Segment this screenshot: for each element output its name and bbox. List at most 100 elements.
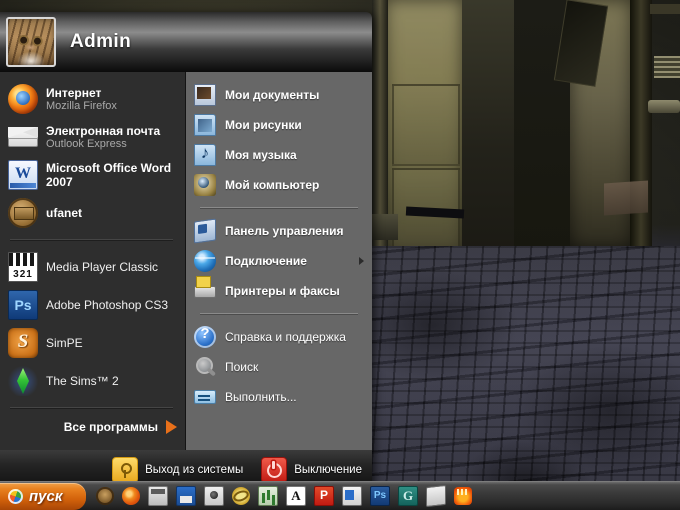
all-programs-label: Все программы — [63, 420, 158, 434]
the-sims-2-icon — [8, 366, 38, 396]
firefox-icon — [8, 84, 38, 114]
menu-item-search[interactable]: Поиск — [186, 352, 372, 382]
menu-item-label: Панель управления — [225, 224, 344, 238]
wallpaper-door-frame — [372, 0, 388, 250]
menu-item-label: Мои документы — [225, 88, 320, 102]
floppy-save-icon[interactable] — [176, 486, 196, 506]
photoshop-icon[interactable] — [370, 486, 390, 506]
start-button-label: пуск — [29, 487, 63, 505]
desktop-screen: Admin Интернет Mozilla Firefox Электронн… — [0, 0, 680, 510]
mail-icon — [8, 122, 38, 152]
simpe-icon — [8, 328, 38, 358]
all-programs-button[interactable]: Все программы — [0, 416, 185, 440]
help-icon — [194, 325, 216, 348]
menu-item-subtitle: Outlook Express — [46, 137, 127, 150]
shutdown-power-icon — [261, 457, 288, 483]
menu-item-printers-and-faxes[interactable]: Принтеры и факсы — [186, 276, 372, 306]
control-panel-icon — [194, 218, 216, 244]
menu-item-email[interactable]: Электронная почта Outlook Express — [0, 118, 185, 156]
start-menu-columns: Интернет Mozilla Firefox Электронная поч… — [0, 72, 372, 450]
menu-item-title: Интернет — [46, 85, 102, 100]
menu-item-my-music[interactable]: Моя музыка — [186, 140, 372, 170]
menu-item-word[interactable]: Microsoft Office Word 2007 — [0, 156, 185, 194]
wallpaper-ledge — [370, 214, 398, 240]
menu-item-label: Мой компьютер — [225, 178, 320, 192]
my-pictures-icon — [194, 114, 216, 136]
shutdown-label: Выключение — [294, 464, 362, 476]
start-menu[interactable]: Admin Интернет Mozilla Firefox Электронн… — [0, 12, 372, 490]
chart-icon[interactable] — [258, 486, 278, 506]
word-icon — [8, 160, 38, 190]
network-globe-icon — [194, 250, 216, 272]
wallpaper-top-beam — [650, 4, 680, 14]
wallpaper-right-pillar — [630, 0, 652, 252]
menu-item-simpe[interactable]: SimPE — [0, 324, 185, 362]
menu-item-media-player-classic[interactable]: Media Player Classic — [0, 248, 185, 286]
menu-item-my-pictures[interactable]: Мои рисунки — [186, 110, 372, 140]
wallpaper-door-upper-panel — [392, 84, 460, 166]
menu-item-label: Моя музыка — [225, 148, 297, 162]
menu-item-run[interactable]: Выполнить... — [186, 382, 372, 412]
ufanet-icon[interactable] — [96, 487, 114, 505]
menu-item-label: Выполнить... — [225, 390, 297, 404]
menu-item-my-documents[interactable]: Мои документы — [186, 80, 372, 110]
photoshop-icon — [8, 290, 38, 320]
abbyy-finereader-icon[interactable] — [286, 486, 306, 506]
calculator-icon[interactable] — [148, 486, 168, 506]
media-player-classic-icon — [8, 252, 38, 282]
menu-item-ufanet[interactable]: ufanet — [0, 194, 185, 232]
right-column-divider-2 — [200, 313, 358, 315]
wallpaper-dark-column — [462, 0, 514, 250]
wallpaper-floor — [370, 246, 680, 510]
start-menu-left-column: Интернет Mozilla Firefox Электронная поч… — [0, 72, 186, 450]
white-box-icon[interactable] — [426, 484, 446, 508]
log-off-label: Выход из системы — [145, 464, 244, 476]
orange-hand-icon[interactable] — [454, 487, 472, 505]
firefox-icon[interactable] — [122, 487, 140, 505]
spiral-green-icon[interactable] — [398, 486, 418, 506]
start-menu-header: Admin — [0, 12, 372, 72]
menu-item-network-connections[interactable]: Подключение — [186, 246, 372, 276]
my-music-icon — [194, 143, 216, 166]
log-off-key-icon — [112, 457, 139, 483]
menu-item-title: Microsoft Office Word 2007 — [46, 161, 172, 189]
menu-item-label: Справка и поддержка — [225, 330, 346, 344]
ufanet-icon — [8, 198, 38, 228]
start-button[interactable]: пуск — [0, 482, 86, 510]
menu-item-label: Мои рисунки — [225, 118, 302, 132]
menu-item-label: Подключение — [225, 254, 307, 268]
menu-item-title: Электронная почта — [46, 123, 161, 138]
menu-item-the-sims-2[interactable]: The Sims™ 2 — [0, 362, 185, 400]
shutdown-button[interactable]: Выключение — [261, 457, 362, 483]
menu-item-my-computer[interactable]: Мой компьютер — [186, 170, 372, 200]
wallpaper-crate — [604, 180, 648, 216]
document-icon[interactable] — [342, 486, 362, 506]
menu-item-title: The Sims™ 2 — [46, 374, 119, 388]
menu-item-photoshop[interactable]: Adobe Photoshop CS3 — [0, 286, 185, 324]
taskbar: пуск — [0, 481, 680, 510]
menu-item-title: SimPE — [46, 336, 83, 350]
opera-icon[interactable] — [229, 484, 253, 508]
right-column-divider — [200, 207, 358, 209]
quick-launch-bar — [92, 484, 476, 508]
menu-item-internet[interactable]: Интернет Mozilla Firefox — [0, 80, 185, 118]
cat-avatar-icon[interactable] — [6, 17, 56, 67]
camera-icon[interactable] — [204, 486, 224, 506]
menu-item-control-panel[interactable]: Панель управления — [186, 216, 372, 246]
menu-item-help-and-support[interactable]: Справка и поддержка — [186, 322, 372, 352]
menu-item-label: Принтеры и факсы — [225, 284, 340, 298]
left-column-divider — [10, 239, 173, 241]
windows-flag-icon — [8, 488, 23, 504]
user-name-label: Admin — [70, 31, 132, 52]
wallpaper-vent — [654, 56, 680, 78]
menu-item-subtitle: Mozilla Firefox — [46, 99, 117, 112]
log-off-button[interactable]: Выход из системы — [112, 457, 243, 483]
chevron-right-icon — [166, 420, 177, 434]
run-icon — [194, 386, 216, 408]
start-menu-right-column: Мои документы Мои рисунки Моя музыка — [186, 72, 372, 450]
printers-and-faxes-icon — [194, 276, 216, 302]
menu-item-title: ufanet — [46, 206, 82, 220]
search-icon — [194, 356, 216, 378]
powerpoint-icon[interactable] — [314, 486, 334, 506]
wallpaper-pipe — [648, 100, 680, 113]
